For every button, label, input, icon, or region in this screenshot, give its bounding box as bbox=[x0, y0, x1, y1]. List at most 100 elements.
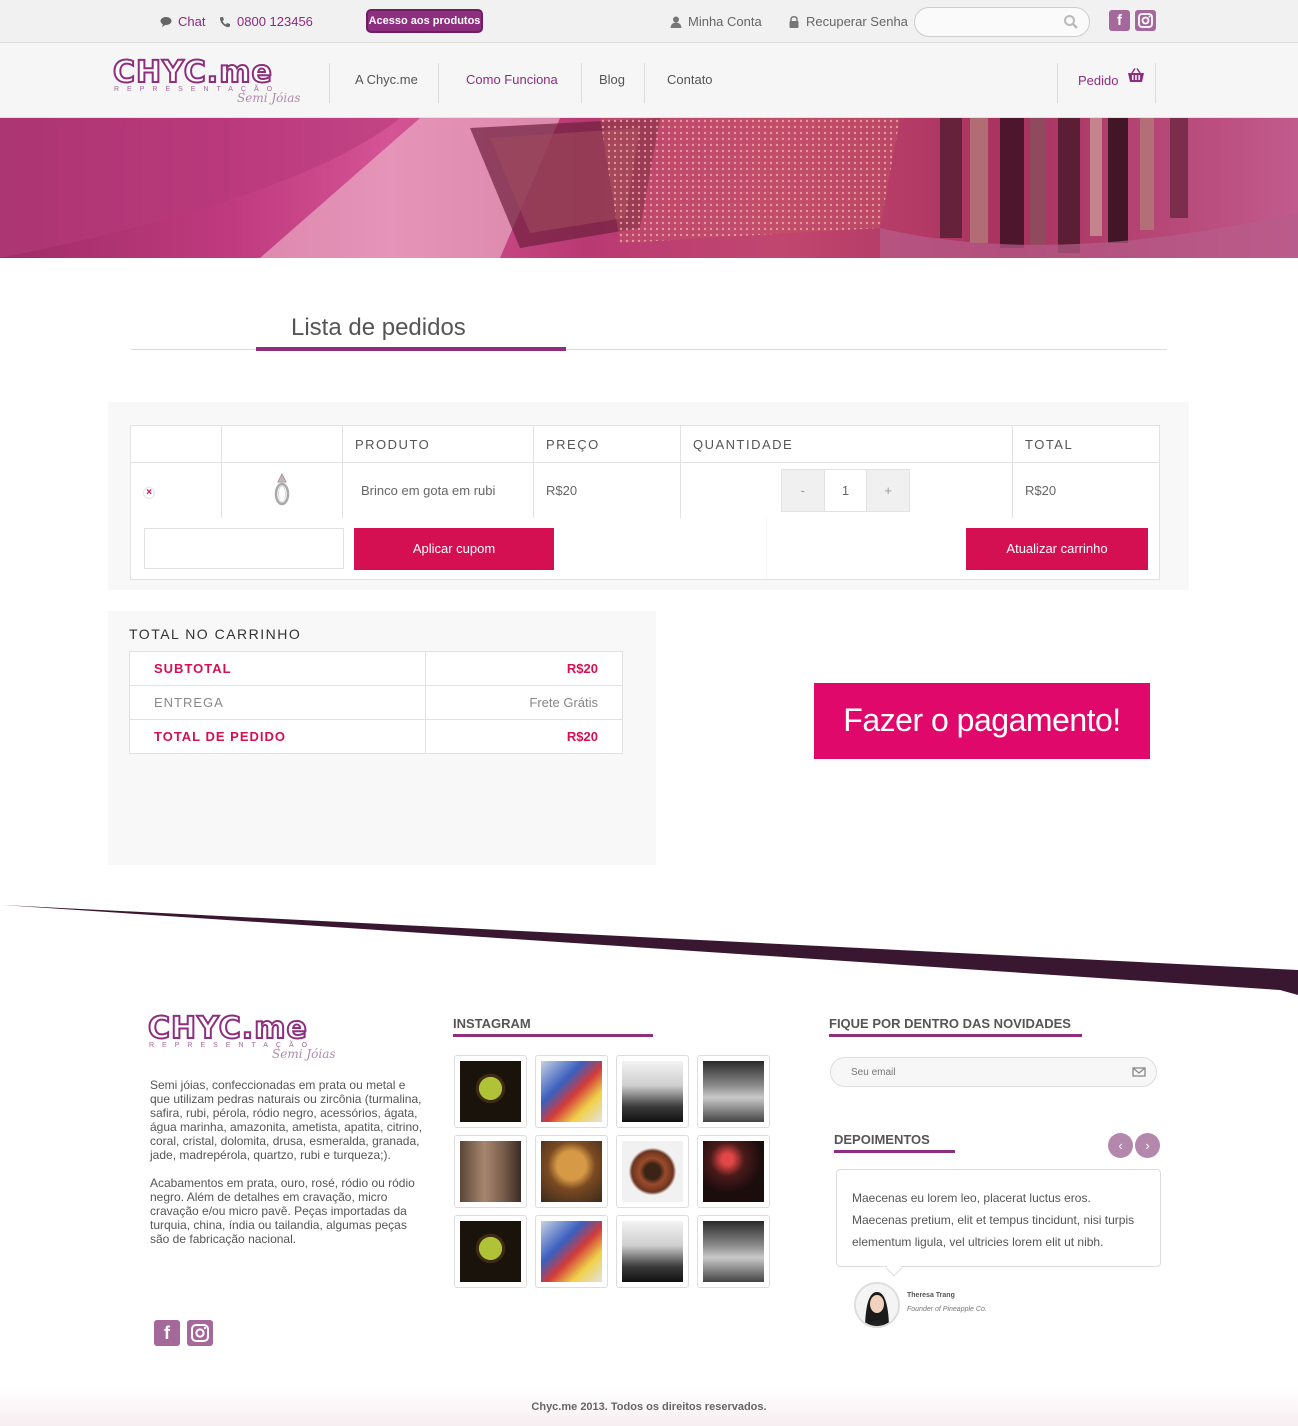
email-placeholder: Seu email bbox=[851, 1067, 896, 1078]
instagram-photo[interactable] bbox=[616, 1135, 689, 1208]
column-header-price: PREÇO bbox=[533, 425, 681, 463]
logo-tagline: Semi Jóias bbox=[272, 1047, 336, 1061]
phone-link[interactable]: 0800 123456 bbox=[219, 14, 313, 29]
quantity-input[interactable]: 1 bbox=[823, 470, 868, 511]
quantity-increase-button[interactable]: + bbox=[867, 470, 910, 511]
jewelry-banner-image bbox=[0, 118, 1298, 258]
main-header: CHYC.me REPRESENTAÇÃO Semi Jóias A Chyc.… bbox=[0, 43, 1298, 118]
search-input[interactable] bbox=[914, 7, 1090, 37]
table-row: × Brinco em gota em rubi R$20 - 1 + R$20 bbox=[130, 462, 1160, 519]
account-link[interactable]: Minha Conta bbox=[670, 14, 762, 29]
nav-item-blog[interactable]: Blog bbox=[599, 72, 625, 87]
quantity-stepper[interactable]: - 1 + bbox=[781, 469, 910, 512]
footer-logo[interactable]: CHYC.me REPRESENTAÇÃO Semi Jóias bbox=[147, 1011, 338, 1064]
instagram-heading: INSTAGRAM bbox=[453, 1016, 531, 1031]
footer-about: Semi jóias, confeccionadas em prata ou m… bbox=[150, 1078, 425, 1246]
update-cart-button[interactable]: Atualizar carrinho bbox=[966, 528, 1148, 570]
column-header-thumbnail bbox=[221, 425, 343, 463]
table-row: ENTREGA Frete Grátis bbox=[129, 685, 623, 720]
cart-actions-row: Aplicar cupom Atualizar carrinho bbox=[130, 518, 1160, 580]
actions-gap bbox=[766, 518, 767, 578]
shipping-label: ENTREGA bbox=[129, 685, 426, 720]
instagram-icon[interactable] bbox=[1135, 10, 1156, 31]
recover-password-link[interactable]: Recuperar Senha bbox=[788, 14, 908, 29]
testimonial-author-role: Founder of Pineapple Co. bbox=[907, 1306, 987, 1313]
instagram-photo[interactable] bbox=[616, 1215, 689, 1288]
newsletter-heading: FIQUE POR DENTRO DAS NOVIDADES bbox=[829, 1016, 1071, 1031]
instagram-photo[interactable] bbox=[697, 1055, 770, 1128]
remove-item-icon[interactable]: × bbox=[143, 486, 155, 499]
copyright-text: Chyc.me 2013. Todos os direitos reservad… bbox=[531, 1401, 767, 1413]
nav-item-how-it-works[interactable]: Como Funciona bbox=[466, 72, 558, 87]
instagram-photo[interactable] bbox=[697, 1215, 770, 1288]
search-icon[interactable] bbox=[1063, 14, 1079, 30]
order-total-value: R$20 bbox=[425, 719, 623, 754]
nav-divider bbox=[581, 63, 582, 103]
product-name[interactable]: Brinco em gota em rubi bbox=[342, 462, 534, 519]
quantity-decrease-button[interactable]: - bbox=[782, 470, 824, 511]
instagram-photo[interactable] bbox=[454, 1055, 527, 1128]
subtotal-label: SUBTOTAL bbox=[129, 651, 426, 686]
column-header-quantity: QUANTIDADE bbox=[680, 425, 1013, 463]
chat-icon bbox=[160, 16, 172, 27]
instagram-photo[interactable] bbox=[535, 1135, 608, 1208]
nav-divider bbox=[1155, 63, 1156, 103]
facebook-icon[interactable]: f bbox=[1109, 10, 1130, 31]
account-label: Minha Conta bbox=[688, 14, 762, 29]
envelope-icon[interactable] bbox=[1132, 1066, 1146, 1078]
logo-tagline: Semi Jóias bbox=[237, 91, 301, 105]
cart-table: PRODUTO PREÇO QUANTIDADE TOTAL × Brinco … bbox=[130, 425, 1160, 519]
column-header-total: TOTAL bbox=[1012, 425, 1160, 463]
newsletter-email-input[interactable]: Seu email bbox=[830, 1057, 1157, 1087]
recover-password-label: Recuperar Senha bbox=[806, 14, 908, 29]
table-row: TOTAL DE PEDIDO R$20 bbox=[129, 719, 623, 754]
top-bar: Chat 0800 123456 Acesso aos produtos Min… bbox=[0, 0, 1298, 43]
heading-underline bbox=[834, 1150, 955, 1153]
lock-icon bbox=[789, 15, 799, 28]
nav-divider bbox=[329, 63, 330, 103]
bracelets-illustration bbox=[0, 118, 1298, 258]
line-total: R$20 bbox=[1012, 462, 1160, 519]
checkout-button[interactable]: Fazer o pagamento! bbox=[814, 683, 1150, 759]
testimonial-author: Theresa Trang bbox=[907, 1292, 955, 1299]
subtotal-value: R$20 bbox=[425, 651, 623, 686]
instagram-photo[interactable] bbox=[454, 1135, 527, 1208]
instagram-icon[interactable] bbox=[187, 1320, 213, 1346]
page-title: Lista de pedidos bbox=[291, 314, 466, 341]
nav-item-about[interactable]: A Chyc.me bbox=[355, 72, 418, 87]
ring-product-thumbnail[interactable] bbox=[272, 470, 292, 508]
apply-coupon-button[interactable]: Aplicar cupom bbox=[354, 528, 554, 570]
column-header-product: PRODUTO bbox=[342, 425, 534, 463]
product-price: R$20 bbox=[533, 462, 681, 519]
coupon-input[interactable] bbox=[144, 528, 344, 569]
instagram-gallery bbox=[454, 1055, 774, 1288]
access-products-button[interactable]: Acesso aos produtos bbox=[366, 9, 483, 33]
heading-underline bbox=[453, 1034, 653, 1037]
instagram-photo[interactable] bbox=[697, 1135, 770, 1208]
logo-brand: CHYC.me bbox=[147, 1011, 308, 1046]
column-header-remove bbox=[130, 425, 222, 463]
cart-totals-table: SUBTOTAL R$20 ENTREGA Frete Grátis TOTAL… bbox=[129, 651, 623, 754]
cart-header-row: PRODUTO PREÇO QUANTIDADE TOTAL bbox=[130, 425, 1160, 463]
about-paragraph: Acabamentos em prata, ouro, rosé, ródio … bbox=[150, 1176, 415, 1246]
facebook-icon[interactable]: f bbox=[154, 1320, 180, 1346]
instagram-photo[interactable] bbox=[616, 1055, 689, 1128]
diagonal-divider bbox=[2, 905, 1298, 995]
chevron-right-icon[interactable]: › bbox=[1135, 1133, 1160, 1158]
table-row: SUBTOTAL R$20 bbox=[129, 651, 623, 686]
basket-icon[interactable] bbox=[1127, 68, 1145, 84]
phone-number: 0800 123456 bbox=[237, 14, 313, 29]
instagram-photo[interactable] bbox=[535, 1055, 608, 1128]
site-logo[interactable]: CHYC.me REPRESENTAÇÃO Semi Jóias bbox=[112, 57, 303, 108]
nav-divider bbox=[438, 63, 439, 103]
chat-link[interactable]: Chat bbox=[160, 14, 205, 29]
nav-item-contact[interactable]: Contato bbox=[667, 72, 713, 87]
instagram-photo[interactable] bbox=[454, 1215, 527, 1288]
testimonials-heading: DEPOIMENTOS bbox=[834, 1132, 930, 1147]
instagram-photo[interactable] bbox=[535, 1215, 608, 1288]
cart-link[interactable]: Pedido bbox=[1078, 73, 1118, 88]
nav-divider bbox=[1057, 63, 1058, 103]
phone-icon bbox=[219, 16, 230, 27]
nav-divider bbox=[644, 63, 645, 103]
chevron-left-icon[interactable]: ‹ bbox=[1108, 1133, 1133, 1158]
